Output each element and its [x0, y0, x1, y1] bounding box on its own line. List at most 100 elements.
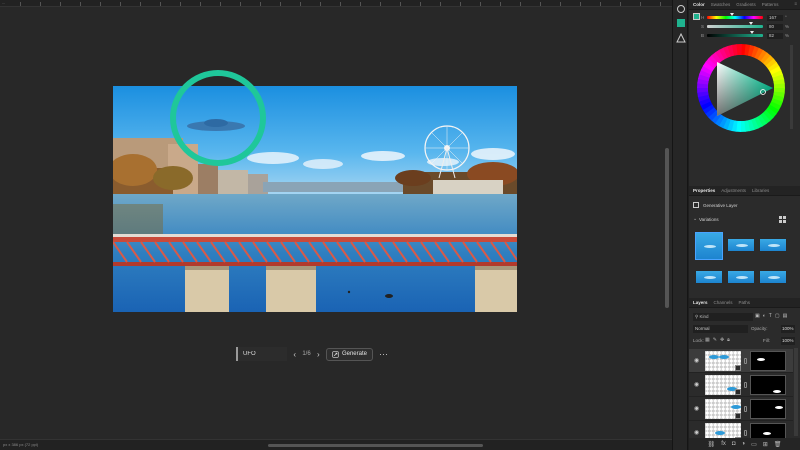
canvas-area[interactable]: ... UFO ‹ 1/6 › Generate ··· px x 386 px…	[0, 0, 672, 450]
tab-gradients[interactable]: Gradients	[736, 2, 756, 7]
tab-properties[interactable]: Properties	[693, 188, 715, 193]
ruler-tick	[420, 2, 421, 6]
prompt-input[interactable]	[243, 348, 287, 360]
tab-patterns[interactable]: Patterns	[762, 2, 779, 7]
adjustment-layer-icon[interactable]: ◑	[741, 441, 745, 447]
eye-visibility-icon[interactable]: ◉	[694, 429, 699, 436]
brightness-slider-knob[interactable]	[750, 31, 755, 34]
adjustment-filter-icon[interactable]: ◐	[763, 313, 766, 319]
layers-scrollbar[interactable]	[794, 348, 798, 436]
prompt-field[interactable]	[236, 347, 287, 361]
layer-mask-thumbnail[interactable]	[750, 351, 786, 371]
variation-thumbnail[interactable]	[759, 238, 787, 252]
ruler-tick	[540, 2, 541, 6]
lock-all-icon[interactable]: 🔒︎	[727, 337, 730, 343]
tab-swatches[interactable]: Swatches	[711, 2, 731, 7]
panel-menu-icon[interactable]: ≡	[794, 1, 797, 6]
saturation-value[interactable]: 80	[767, 23, 783, 30]
tab-paths[interactable]: Paths	[739, 300, 751, 305]
ruler-tick	[180, 2, 181, 6]
eye-visibility-icon[interactable]: ◉	[694, 357, 699, 364]
layer-thumbnail[interactable]	[705, 375, 741, 395]
variation-counter: 1/6	[302, 351, 311, 357]
ruler-tick	[140, 2, 141, 6]
fill-input[interactable]: 100%	[781, 337, 795, 345]
grid-view-icon[interactable]	[779, 216, 786, 223]
layer-thumbnail[interactable]	[705, 399, 741, 419]
tab-channels[interactable]: Channels	[714, 300, 733, 305]
shape-filter-icon[interactable]: ▢	[775, 313, 780, 319]
horizontal-scroll-thumb[interactable]	[268, 444, 483, 447]
smart-object-filter-icon[interactable]: ▤	[783, 313, 788, 319]
add-mask-icon[interactable]: ◘	[732, 441, 736, 447]
next-variation-button[interactable]: ›	[317, 350, 320, 359]
hue-slider[interactable]	[707, 13, 763, 19]
brightness-slider[interactable]	[707, 31, 763, 37]
pixel-filter-icon[interactable]: ▣	[755, 313, 760, 319]
layer-filter-select[interactable]: ⚲ Kind	[693, 313, 753, 321]
variation-thumbnail[interactable]	[727, 270, 755, 284]
mask-content	[757, 358, 765, 361]
lock-position-icon[interactable]: ✥	[720, 337, 724, 343]
foreground-color-swatch[interactable]	[693, 13, 700, 20]
delete-layer-icon[interactable]: 🗑︎	[774, 441, 782, 448]
fill-label: Fill:	[763, 338, 770, 343]
lock-transparency-icon[interactable]: ▦	[705, 337, 710, 343]
link-layers-icon[interactable]: ⛓	[708, 441, 716, 448]
layer-row[interactable]: ◉	[689, 373, 793, 397]
layer-row[interactable]: ◉	[689, 397, 793, 421]
vertical-scroll-thumb[interactable]	[665, 148, 669, 308]
tab-layers[interactable]: Layers	[693, 300, 708, 305]
document-size-status[interactable]: px x 386 px (72 ppi)	[3, 442, 38, 447]
new-group-icon[interactable]: ▭	[751, 441, 757, 448]
contextual-task-bar: ‹ 1/6 › Generate ···	[236, 346, 388, 362]
type-filter-icon[interactable]: T	[769, 313, 772, 319]
variation-thumbnail[interactable]	[759, 270, 787, 284]
tab-libraries[interactable]: Libraries	[752, 188, 769, 193]
swatch-panel-icon[interactable]	[676, 18, 686, 28]
chevron-down-icon[interactable]: ⌄	[693, 216, 697, 222]
new-layer-icon[interactable]: ⊞	[763, 441, 768, 448]
document-tab-label[interactable]: ...	[2, 0, 5, 5]
layer-mask-thumbnail[interactable]	[750, 399, 786, 419]
saturation-slider-row: S 80 %	[701, 22, 797, 31]
vertical-scrollbar[interactable]	[664, 8, 670, 438]
variation-thumbnail[interactable]	[727, 238, 755, 252]
blend-mode-select[interactable]: Normal	[693, 325, 748, 333]
generate-button[interactable]: Generate	[325, 347, 373, 361]
ufo-preview-icon	[704, 245, 716, 248]
variation-thumbnail[interactable]	[695, 232, 723, 260]
ufo-preview-icon	[768, 244, 780, 247]
ruler-tick	[580, 2, 581, 6]
saturation-slider-knob[interactable]	[749, 22, 754, 25]
tab-color[interactable]: Color	[693, 2, 705, 7]
hue-value[interactable]: 167	[767, 14, 783, 21]
color-panel-scrollbar[interactable]	[790, 45, 793, 129]
mask-link-icon[interactable]	[744, 430, 747, 436]
variation-thumbnail[interactable]	[695, 270, 723, 284]
mask-link-icon[interactable]	[744, 382, 747, 388]
color-panel-icon[interactable]	[676, 4, 686, 14]
fx-icon[interactable]: fx	[721, 441, 726, 447]
mask-link-icon[interactable]	[744, 406, 747, 412]
saturation-slider[interactable]	[707, 22, 763, 28]
opacity-input[interactable]: 100%	[781, 325, 795, 333]
brightness-value[interactable]: 82	[767, 32, 783, 39]
color-wheel[interactable]	[697, 44, 785, 132]
brightness-slider-row: B 82 %	[701, 31, 797, 40]
lock-paint-icon[interactable]: ✎	[713, 337, 717, 343]
generative-layer-badge-icon	[735, 365, 741, 371]
warning-icon[interactable]	[676, 33, 686, 43]
variations-label: Variations	[699, 217, 719, 222]
layer-row[interactable]: ◉	[689, 349, 793, 373]
eye-visibility-icon[interactable]: ◉	[694, 381, 699, 388]
hue-slider-knob[interactable]	[730, 13, 735, 16]
eye-visibility-icon[interactable]: ◉	[694, 405, 699, 412]
mask-link-icon[interactable]	[744, 358, 747, 364]
layer-thumbnail[interactable]	[705, 351, 741, 371]
status-bar: px x 386 px (72 ppi)	[0, 439, 672, 450]
previous-variation-button[interactable]: ‹	[293, 350, 296, 359]
layer-mask-thumbnail[interactable]	[750, 375, 786, 395]
more-options-button[interactable]: ···	[379, 349, 388, 359]
tab-adjustments[interactable]: Adjustments	[721, 188, 746, 193]
